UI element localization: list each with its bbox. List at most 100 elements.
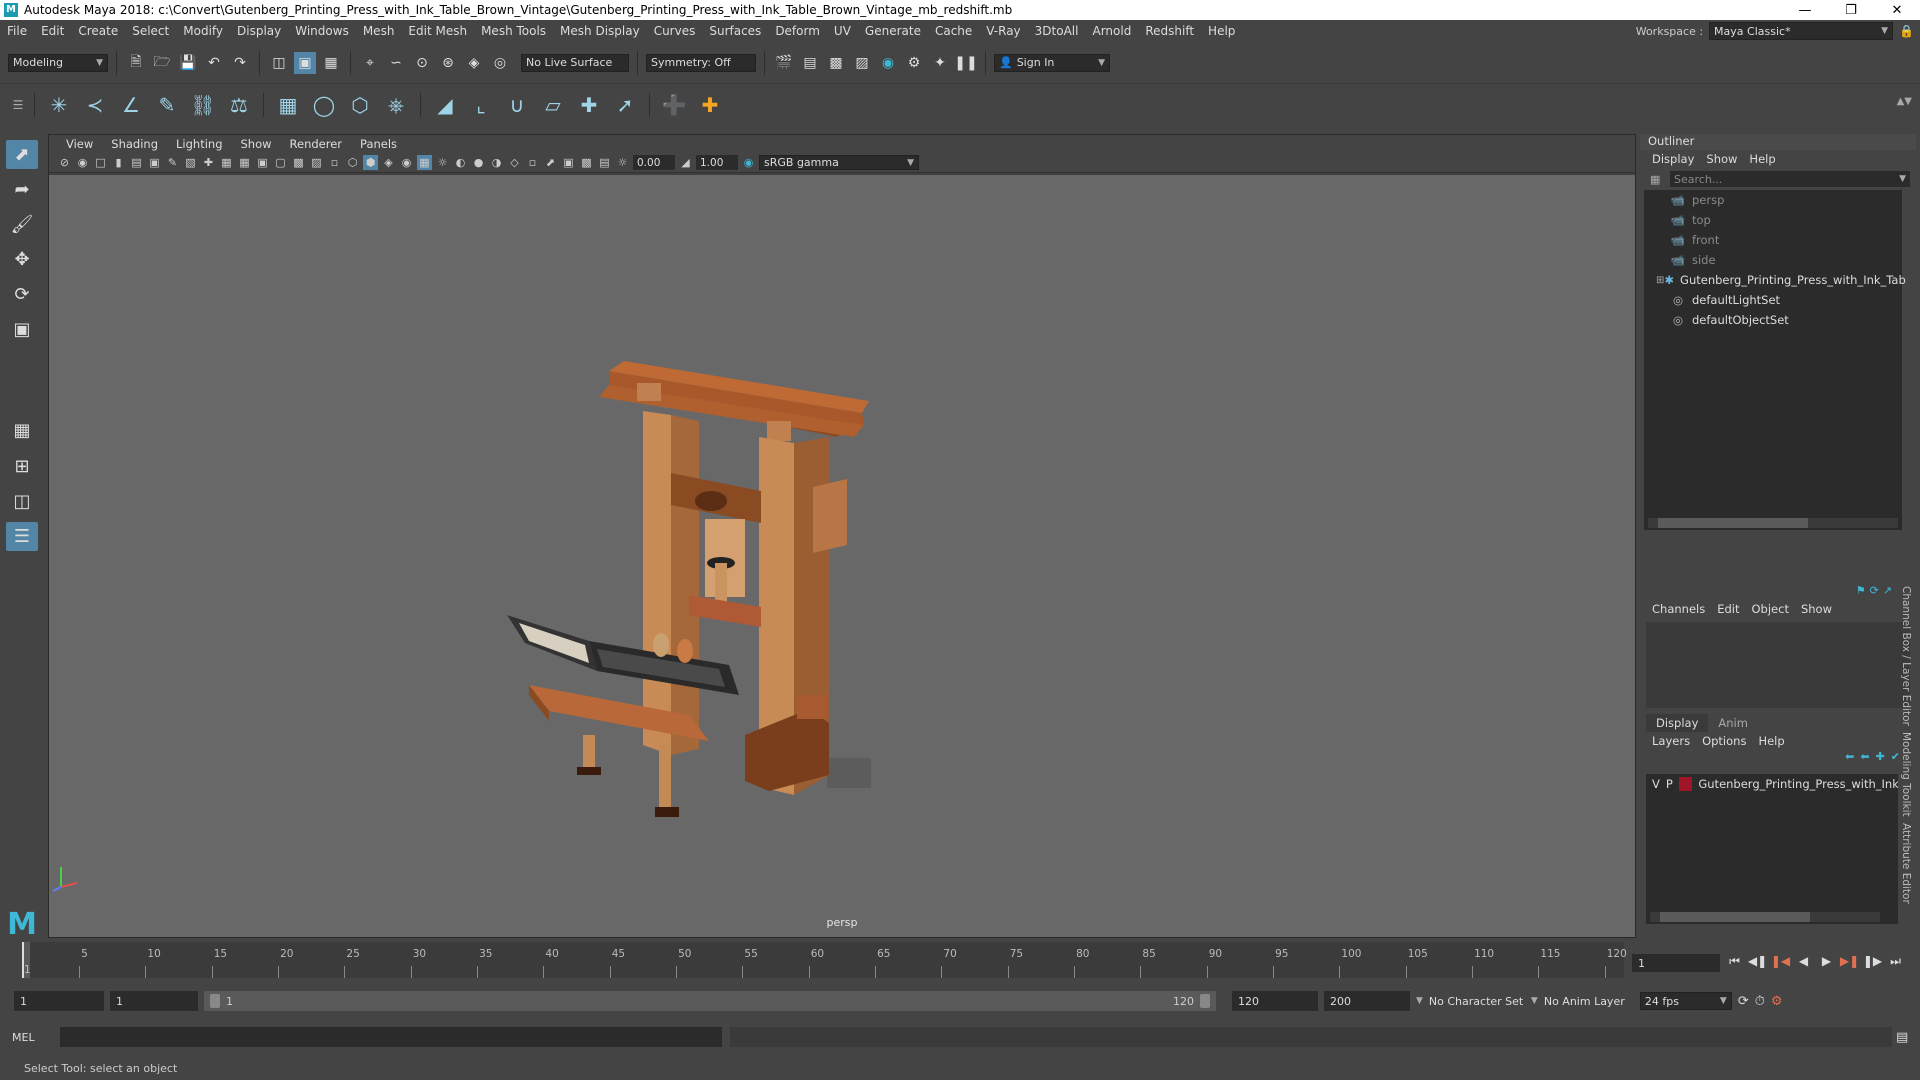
- light-bulb-icon[interactable]: ☼: [435, 155, 450, 170]
- shelf-scroll-icon[interactable]: ▲▼: [1897, 96, 1912, 107]
- bookmark-icon[interactable]: □: [93, 155, 108, 170]
- menu-curves[interactable]: Curves: [647, 24, 703, 38]
- outliner-item-persp[interactable]: 📹 persp: [1644, 190, 1902, 210]
- select-hierarchy-icon[interactable]: ◫: [268, 52, 290, 74]
- menu-arnold[interactable]: Arnold: [1085, 24, 1138, 38]
- four-view-icon[interactable]: ⊞: [6, 452, 38, 481]
- minimize-button[interactable]: —: [1782, 3, 1828, 18]
- tab-channel-box-layer-editor[interactable]: Channel Box / Layer Editor: [1900, 586, 1912, 726]
- menu-file[interactable]: File: [0, 24, 34, 38]
- play-backward-icon[interactable]: ◀: [1795, 952, 1812, 970]
- scrollbar-thumb[interactable]: [1660, 912, 1810, 922]
- refresh-icon[interactable]: ⟳: [1870, 584, 1879, 600]
- joint-tool-icon[interactable]: ⚖: [223, 89, 255, 121]
- fps-dropdown[interactable]: 24 fps ▼: [1639, 992, 1732, 1010]
- target-weld-icon[interactable]: ➚: [609, 89, 641, 121]
- exposure-icon[interactable]: ☼: [615, 155, 630, 170]
- resolution-gate-icon[interactable]: ▣: [147, 155, 162, 170]
- expand-panel-icon[interactable]: ↗: [1883, 584, 1892, 600]
- range-handle-right[interactable]: [1200, 994, 1210, 1008]
- step-forward-key-icon[interactable]: ▶❚: [1840, 952, 1859, 970]
- insert-edge-icon[interactable]: ✚: [694, 89, 726, 121]
- character-set-chevron-icon[interactable]: ▼: [1416, 996, 1423, 1006]
- render-region-icon[interactable]: ▤: [799, 52, 821, 74]
- append-polygon-icon[interactable]: ▱: [537, 89, 569, 121]
- bridge-icon[interactable]: ∪: [501, 89, 533, 121]
- menu-edit-mesh[interactable]: Edit Mesh: [401, 24, 474, 38]
- skeleton-icon[interactable]: ⛓: [187, 89, 219, 121]
- render-sequence-icon[interactable]: ▩: [825, 52, 847, 74]
- frame-all-icon[interactable]: ▣: [561, 155, 576, 170]
- pause-icon[interactable]: ❚❚: [954, 52, 977, 74]
- layer-playback-toggle[interactable]: P: [1666, 777, 1673, 791]
- close-button[interactable]: ✕: [1874, 3, 1920, 18]
- menu-generate[interactable]: Generate: [858, 24, 928, 38]
- ambient-occlusion-icon[interactable]: ⬡: [345, 155, 360, 170]
- paint-select-icon[interactable]: 🖌: [6, 210, 38, 239]
- safe-action-icon[interactable]: ▧: [183, 155, 198, 170]
- use-all-lights-icon[interactable]: ▨: [309, 155, 324, 170]
- gamma-icon[interactable]: ◢: [678, 155, 693, 170]
- snap-curve-icon[interactable]: ∽: [385, 52, 407, 74]
- step-back-icon[interactable]: ◀❚: [1748, 952, 1767, 970]
- menu-deform[interactable]: Deform: [768, 24, 827, 38]
- move-layer-down-icon[interactable]: ⬅: [1860, 750, 1869, 768]
- command-input[interactable]: [60, 1027, 722, 1047]
- viewport-menu-view[interactable]: View: [57, 137, 102, 151]
- menu-redshift[interactable]: Redshift: [1138, 24, 1201, 38]
- rotate-tool-icon[interactable]: ⟳: [6, 280, 38, 309]
- snap-point-icon[interactable]: ⊙: [411, 52, 433, 74]
- workspace-dropdown[interactable]: Maya Classic* ▼: [1709, 22, 1894, 40]
- edit-menu[interactable]: Edit: [1711, 602, 1745, 616]
- render-frame-icon[interactable]: 🎬: [773, 52, 795, 74]
- hypershade-icon[interactable]: ✦: [929, 52, 951, 74]
- screen-space-ao-icon[interactable]: ●: [471, 155, 486, 170]
- wireframe-icon[interactable]: ▦: [219, 155, 234, 170]
- camera-attributes-icon[interactable]: ◉: [75, 155, 90, 170]
- outliner-menu-show[interactable]: Show: [1700, 152, 1743, 166]
- ipr-render-icon[interactable]: ◉: [877, 52, 899, 74]
- layer-hscrollbar[interactable]: [1650, 912, 1880, 922]
- command-language-label[interactable]: MEL: [12, 1031, 56, 1044]
- menu-mesh-display[interactable]: Mesh Display: [553, 24, 647, 38]
- viewport-menu-show[interactable]: Show: [232, 137, 281, 151]
- menu-windows[interactable]: Windows: [288, 24, 356, 38]
- menu-uv[interactable]: UV: [827, 24, 858, 38]
- render-view-icon[interactable]: ▨: [851, 52, 873, 74]
- single-view-icon[interactable]: ▦: [6, 416, 38, 445]
- expand-icon[interactable]: ⊞: [1656, 275, 1664, 286]
- shelf-menu-icon[interactable]: ☰: [10, 89, 26, 121]
- textured-icon[interactable]: ▩: [291, 155, 306, 170]
- new-layer-icon[interactable]: ✚: [1876, 750, 1885, 768]
- animation-end-field[interactable]: 200: [1324, 991, 1410, 1011]
- menu-mesh[interactable]: Mesh: [356, 24, 402, 38]
- tab-anim[interactable]: Anim: [1708, 714, 1758, 732]
- xray-icon[interactable]: ◉: [399, 155, 414, 170]
- lock-icon[interactable]: 🔒: [1899, 24, 1914, 38]
- lattice-icon[interactable]: ▦: [272, 89, 304, 121]
- open-scene-icon[interactable]: 🗁: [151, 52, 173, 74]
- pencil-curve-icon[interactable]: ✎: [151, 89, 183, 121]
- character-set-value[interactable]: No Character Set: [1429, 995, 1525, 1008]
- outliner-item-top[interactable]: 📹 top: [1644, 210, 1902, 230]
- shadows-icon[interactable]: ▫: [327, 155, 342, 170]
- angle-tool-icon[interactable]: ∠: [115, 89, 147, 121]
- step-forward-icon[interactable]: ❚▶: [1863, 952, 1882, 970]
- viewport-menu-shading[interactable]: Shading: [102, 137, 167, 151]
- snap-surface-icon[interactable]: ◈: [463, 52, 485, 74]
- cylinder-icon[interactable]: ⎈: [380, 89, 412, 121]
- outliner-item-side[interactable]: 📹 side: [1644, 250, 1902, 270]
- animation-start-field[interactable]: 1: [14, 991, 104, 1011]
- render-settings-icon[interactable]: ⚙: [903, 52, 925, 74]
- playback-start-field[interactable]: 1: [110, 991, 198, 1011]
- object-menu[interactable]: Object: [1746, 602, 1795, 616]
- film-gate-icon[interactable]: ▤: [129, 155, 144, 170]
- menu-edit[interactable]: Edit: [34, 24, 71, 38]
- menu-display[interactable]: Display: [230, 24, 288, 38]
- tab-modeling-toolkit[interactable]: Modeling Toolkit: [1900, 732, 1912, 817]
- layer-row[interactable]: V P Gutenberg_Printing_Press_with_Ink_: [1646, 774, 1898, 794]
- channels-menu[interactable]: Channels: [1646, 602, 1711, 616]
- isolate-select-icon[interactable]: ▦: [417, 155, 432, 170]
- snap-view-icon[interactable]: ⊛: [437, 52, 459, 74]
- outliner-layout-icon[interactable]: ☰: [6, 521, 38, 551]
